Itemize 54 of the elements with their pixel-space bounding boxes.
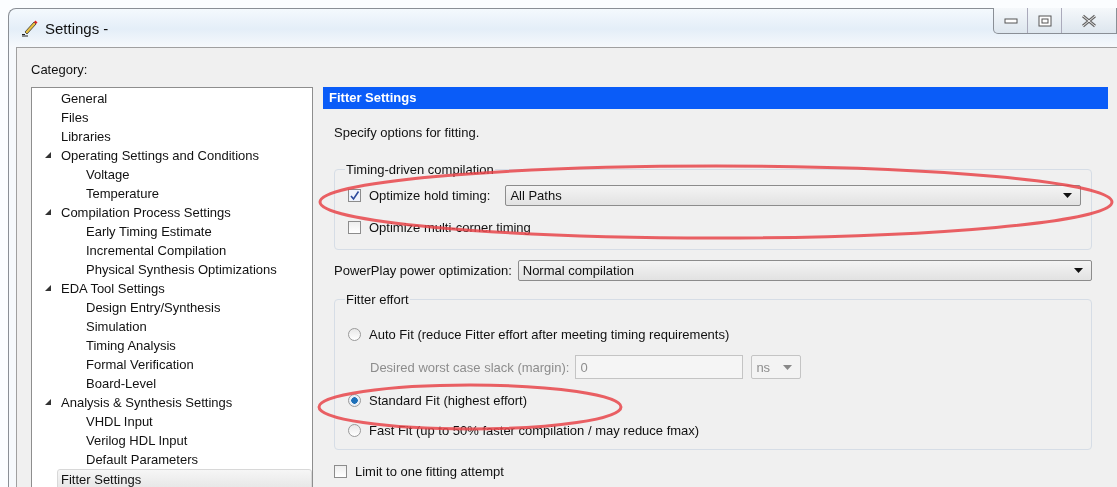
expander-icon[interactable] (44, 151, 52, 159)
radio-label: Auto Fit (reduce Fitter effort after meeting timing requirements) (369, 326, 730, 342)
close-icon (1081, 13, 1097, 28)
tree-item[interactable]: VHDL Input (32, 412, 312, 431)
checkbox[interactable] (348, 220, 361, 234)
caret-icon (1063, 192, 1072, 198)
tree-item[interactable]: Physical Synthesis Optimizations (32, 260, 312, 279)
category-label: Category: (31, 62, 89, 79)
group-title: Fitter effort (345, 292, 410, 307)
description-text: Specify options for fitting. (334, 125, 481, 140)
group-title: Timing-driven compilation (345, 162, 495, 177)
tree-item[interactable]: Timing Analysis (32, 336, 312, 355)
radio-button[interactable] (348, 423, 361, 437)
tree-item[interactable]: Voltage (32, 165, 312, 184)
panel-header: Fitter Settings (323, 87, 1108, 109)
checkbox-label: Optimize hold timing: (369, 187, 491, 203)
tree-item[interactable]: Analysis & Synthesis Settings (32, 393, 312, 412)
radio-button[interactable] (348, 327, 361, 341)
maximize-icon (1037, 14, 1052, 27)
tree-item[interactable]: Simulation (32, 317, 312, 336)
pencil-icon (21, 19, 39, 37)
tree-item[interactable]: Compilation Process Settings (32, 203, 312, 222)
tree-item[interactable]: Formal Verification (32, 355, 312, 374)
tree-item[interactable]: Board-Level (32, 374, 312, 393)
tree-item[interactable]: Default Parameters (32, 450, 312, 469)
checkbox[interactable] (334, 464, 347, 478)
tree-item[interactable]: Operating Settings and Conditions (32, 146, 312, 165)
dropdown[interactable]: All Paths (505, 184, 1081, 206)
tree-item[interactable]: Fitter Settings (57, 469, 312, 487)
dropdown[interactable]: Normal compilation (517, 259, 1092, 281)
tree-item[interactable]: Early Timing Estimate (32, 222, 312, 241)
tree-item[interactable]: Design Entry/Synthesis (32, 298, 312, 317)
tree-item[interactable]: General (32, 89, 312, 108)
expander-icon[interactable] (44, 398, 52, 406)
radio-label: Standard Fit (highest effort) (369, 392, 527, 408)
tree-item[interactable]: Libraries (32, 127, 312, 146)
expander-icon[interactable] (44, 284, 52, 292)
expander-icon[interactable] (44, 208, 52, 216)
tree-item[interactable]: Incremental Compilation (32, 241, 312, 260)
minimize-icon (1003, 16, 1018, 25)
tree-item[interactable]: Files (32, 108, 312, 127)
tree-item[interactable]: Temperature (32, 184, 312, 203)
dropdown-value: Normal compilation (522, 262, 634, 278)
checkbox[interactable] (348, 188, 361, 202)
caret-icon (1074, 267, 1083, 273)
tree-item[interactable]: EDA Tool Settings (32, 279, 312, 298)
caret-icon (783, 364, 793, 370)
dropdown-value: ns (756, 359, 771, 375)
dropdown-value: All Paths (510, 187, 562, 203)
field-label: PowerPlay power optimization: (334, 262, 512, 278)
tree-item[interactable]: Verilog HDL Input (32, 431, 312, 450)
window-title: Settings - (45, 19, 109, 37)
field-label: Desired worst case slack (margin): (370, 359, 570, 375)
checkbox-label: Limit to one fitting attempt (355, 463, 504, 479)
